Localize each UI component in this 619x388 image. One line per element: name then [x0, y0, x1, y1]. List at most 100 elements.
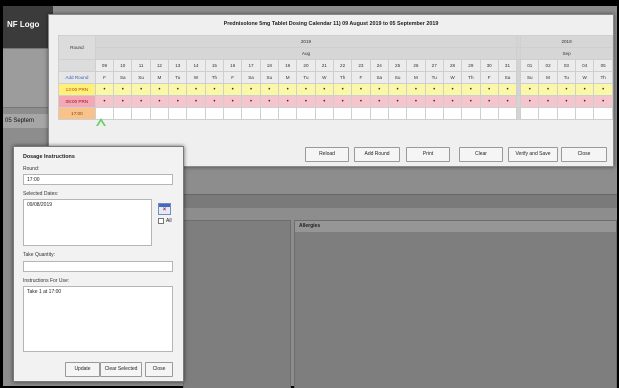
dose-cell[interactable]: •: [479, 95, 499, 108]
date-cell[interactable]: 11: [131, 59, 151, 72]
date-cell[interactable]: 18: [259, 59, 280, 72]
dose-cell[interactable]: [296, 107, 316, 120]
dose-cell[interactable]: [332, 107, 353, 120]
dose-cell[interactable]: [204, 107, 225, 120]
date-cell[interactable]: 19: [278, 59, 298, 72]
dose-cell[interactable]: •: [520, 83, 540, 96]
dose-cell[interactable]: •: [186, 95, 206, 108]
dose-cell[interactable]: •: [520, 95, 540, 108]
dose-cell[interactable]: [259, 107, 280, 120]
dose-cell[interactable]: •: [538, 95, 558, 108]
dose-cell[interactable]: •: [406, 95, 426, 108]
dose-cell[interactable]: [149, 107, 170, 120]
dose-cell[interactable]: •: [424, 83, 444, 96]
date-cell[interactable]: 27: [424, 59, 444, 72]
day-cell[interactable]: Tu: [424, 71, 444, 84]
day-cell[interactable]: F: [351, 71, 371, 84]
day-cell[interactable]: M: [278, 71, 298, 84]
day-cell[interactable]: Sa: [113, 71, 133, 84]
date-cell[interactable]: 14: [186, 59, 206, 72]
dose-cell[interactable]: •: [259, 83, 280, 96]
date-cell[interactable]: 16: [223, 59, 243, 72]
day-cell[interactable]: Sa: [241, 71, 261, 84]
dose-cell[interactable]: [520, 107, 540, 120]
dose-cell[interactable]: •: [223, 83, 243, 96]
dose-cell[interactable]: •: [556, 95, 577, 108]
print-button[interactable]: Print: [406, 147, 450, 162]
date-cell[interactable]: 22: [332, 59, 353, 72]
dose-cell[interactable]: •: [593, 95, 613, 108]
dose-cell[interactable]: •: [351, 83, 371, 96]
dose-cell[interactable]: [461, 107, 481, 120]
dose-cell[interactable]: [278, 107, 298, 120]
dose-cell[interactable]: •: [168, 95, 188, 108]
dose-cell[interactable]: •: [131, 95, 151, 108]
dose-cell[interactable]: •: [94, 83, 115, 96]
dose-cell[interactable]: •: [94, 95, 115, 108]
dosage-close-button[interactable]: Close: [145, 362, 173, 377]
dose-cell[interactable]: •: [351, 95, 371, 108]
dose-cell[interactable]: •: [296, 95, 316, 108]
add-round-button[interactable]: Add Round: [354, 147, 400, 162]
dose-cell[interactable]: [387, 107, 408, 120]
dose-cell[interactable]: [186, 107, 206, 120]
selected-date-item[interactable]: 09/08/2019: [27, 202, 148, 208]
selected-dates-list[interactable]: 09/08/2019: [23, 199, 152, 246]
dose-cell[interactable]: •: [278, 83, 298, 96]
day-cell[interactable]: Su: [520, 71, 540, 84]
dose-cell[interactable]: •: [314, 95, 334, 108]
dose-cell[interactable]: •: [442, 83, 463, 96]
dose-cell[interactable]: •: [113, 83, 133, 96]
dose-cell[interactable]: •: [387, 83, 408, 96]
day-cell[interactable]: Tu: [556, 71, 577, 84]
round-label-cell[interactable]: 08:00 PRN: [58, 95, 96, 108]
day-cell[interactable]: Sa: [497, 71, 518, 84]
dose-cell[interactable]: •: [186, 83, 206, 96]
day-cell[interactable]: M: [149, 71, 170, 84]
dose-cell[interactable]: •: [461, 95, 481, 108]
dose-cell[interactable]: •: [387, 95, 408, 108]
dose-cell[interactable]: [314, 107, 334, 120]
date-cell[interactable]: 21: [314, 59, 334, 72]
round-label-cell[interactable]: 13:00 PRN: [58, 83, 96, 96]
dose-cell[interactable]: •: [369, 95, 389, 108]
dose-cell[interactable]: •: [369, 83, 389, 96]
dose-cell[interactable]: •: [442, 95, 463, 108]
dose-cell[interactable]: •: [497, 83, 518, 96]
date-cell[interactable]: 15: [204, 59, 225, 72]
dose-cell[interactable]: •: [278, 95, 298, 108]
date-cell[interactable]: 20: [296, 59, 316, 72]
all-dates-checkbox[interactable]: [158, 218, 164, 224]
round-label-cell[interactable]: 17:00: [58, 107, 96, 120]
day-cell[interactable]: Sa: [369, 71, 389, 84]
day-cell[interactable]: Tu: [168, 71, 188, 84]
calendar-icon[interactable]: ×: [158, 203, 171, 215]
dose-cell[interactable]: [424, 107, 444, 120]
round-field[interactable]: 17:00: [23, 174, 173, 185]
date-cell[interactable]: 09: [94, 59, 115, 72]
day-cell[interactable]: Su: [131, 71, 151, 84]
dose-cell[interactable]: [113, 107, 133, 120]
dose-cell[interactable]: •: [149, 83, 170, 96]
date-cell[interactable]: 25: [387, 59, 408, 72]
dose-cell[interactable]: •: [497, 95, 518, 108]
dose-cell[interactable]: [351, 107, 371, 120]
date-cell[interactable]: 12: [149, 59, 170, 72]
dose-cell[interactable]: •: [406, 83, 426, 96]
date-cell[interactable]: 04: [575, 59, 595, 72]
dose-cell[interactable]: •: [296, 83, 316, 96]
dose-cell[interactable]: [241, 107, 261, 120]
day-cell[interactable]: F: [479, 71, 499, 84]
date-cell[interactable]: 01: [520, 59, 540, 72]
dose-cell[interactable]: [497, 107, 518, 120]
day-cell[interactable]: W: [575, 71, 595, 84]
dose-cell[interactable]: •: [131, 83, 151, 96]
clear-button[interactable]: Clear: [459, 147, 503, 162]
day-cell[interactable]: Th: [593, 71, 613, 84]
dose-cell[interactable]: [442, 107, 463, 120]
date-cell[interactable]: 29: [461, 59, 481, 72]
dose-cell[interactable]: •: [575, 95, 595, 108]
dose-cell[interactable]: •: [168, 83, 188, 96]
dose-cell[interactable]: [593, 107, 613, 120]
day-cell[interactable]: F: [94, 71, 115, 84]
